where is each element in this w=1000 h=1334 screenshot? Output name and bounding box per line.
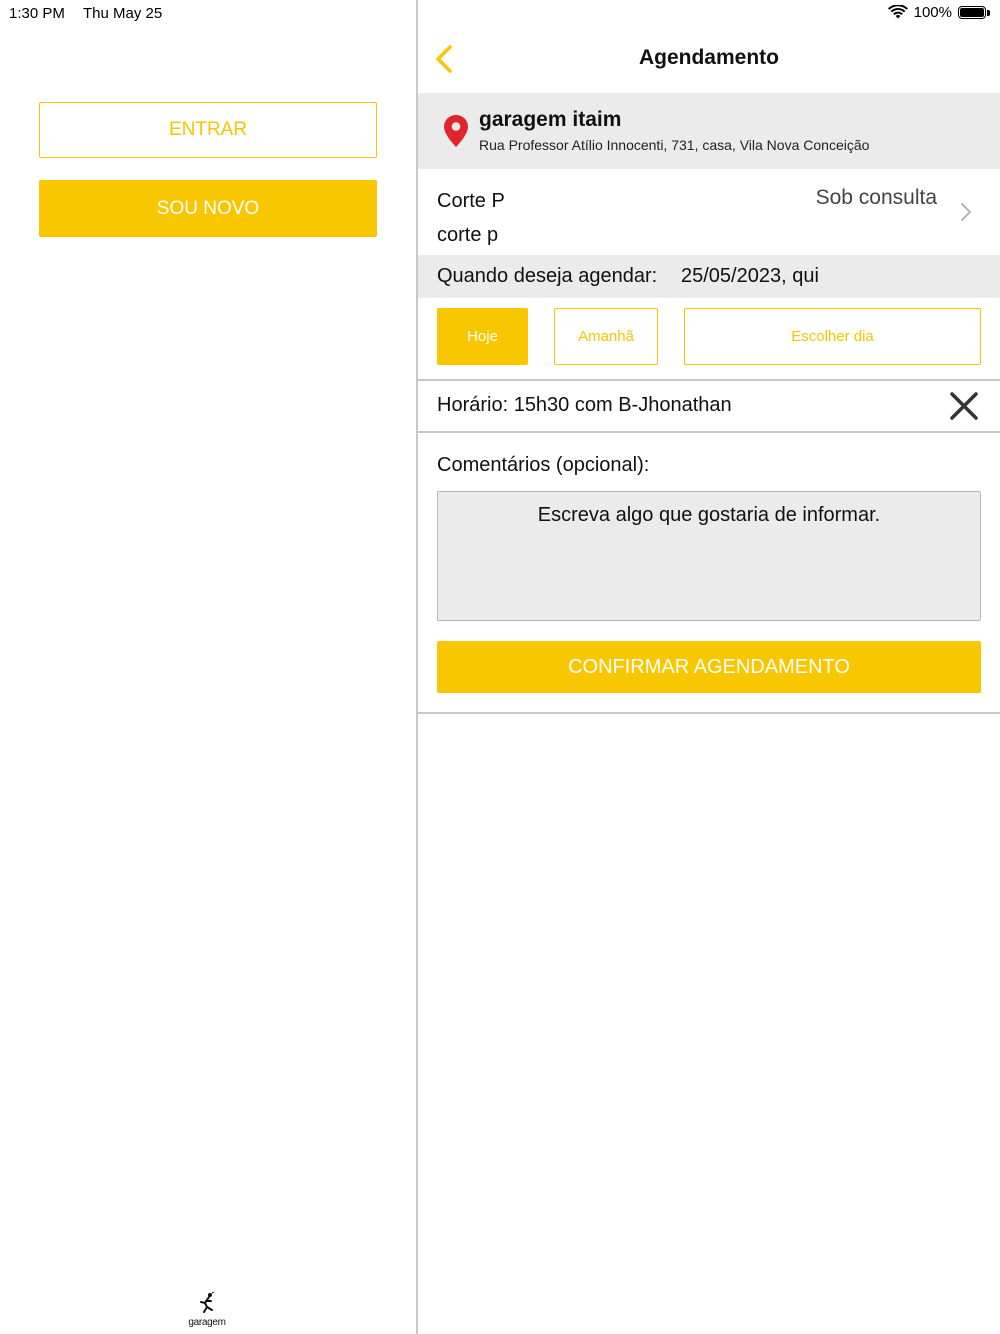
date-value: 25/05/2023, qui [681, 265, 819, 287]
signup-button[interactable]: SOU NOVO [39, 180, 377, 237]
comments-label: Comentários (opcional): [437, 454, 650, 476]
time-slot-text: Horário: 15h30 com B-Jhonathan [437, 394, 732, 416]
service-name: Corte P [437, 190, 505, 212]
map-pin-icon [444, 115, 468, 147]
logo-text: garagem [188, 1317, 226, 1328]
service-description: corte p [437, 224, 499, 246]
date-label: Quando deseja agendar: [437, 265, 658, 287]
left-panel: ENTRAR SOU NOVO garagem [0, 0, 416, 1334]
choose-day-button[interactable]: Escolher dia [684, 308, 981, 365]
runner-logo-icon [200, 1291, 215, 1313]
brand-logo: garagem [187, 1291, 227, 1328]
service-price: Sob consulta [815, 186, 937, 209]
service-row[interactable]: Corte P corte p Sob consulta [418, 170, 1000, 255]
page-title: Agendamento [638, 46, 779, 69]
login-button[interactable]: ENTRAR [39, 102, 377, 158]
chevron-right-icon [961, 203, 972, 221]
booking-panel: Agendamento garagem itaim Rua Professor … [418, 0, 1000, 1334]
location-card: garagem itaim Rua Professor Atílio Innoc… [418, 93, 1000, 169]
close-icon[interactable] [949, 391, 979, 421]
date-row: Quando deseja agendar: 25/05/2023, qui [418, 255, 1000, 298]
confirm-booking-button[interactable]: CONFIRMAR AGENDAMENTO [437, 641, 981, 693]
today-button[interactable]: Hoje [437, 308, 528, 365]
time-slot-row: Horário: 15h30 com B-Jhonathan [418, 381, 1000, 431]
divider [418, 712, 1000, 714]
comments-input[interactable] [437, 491, 981, 621]
divider [418, 431, 1000, 433]
location-address: Rua Professor Atílio Innocenti, 731, cas… [479, 137, 870, 153]
location-name: garagem itaim [479, 108, 622, 131]
tomorrow-button[interactable]: Amanhã [554, 308, 658, 365]
